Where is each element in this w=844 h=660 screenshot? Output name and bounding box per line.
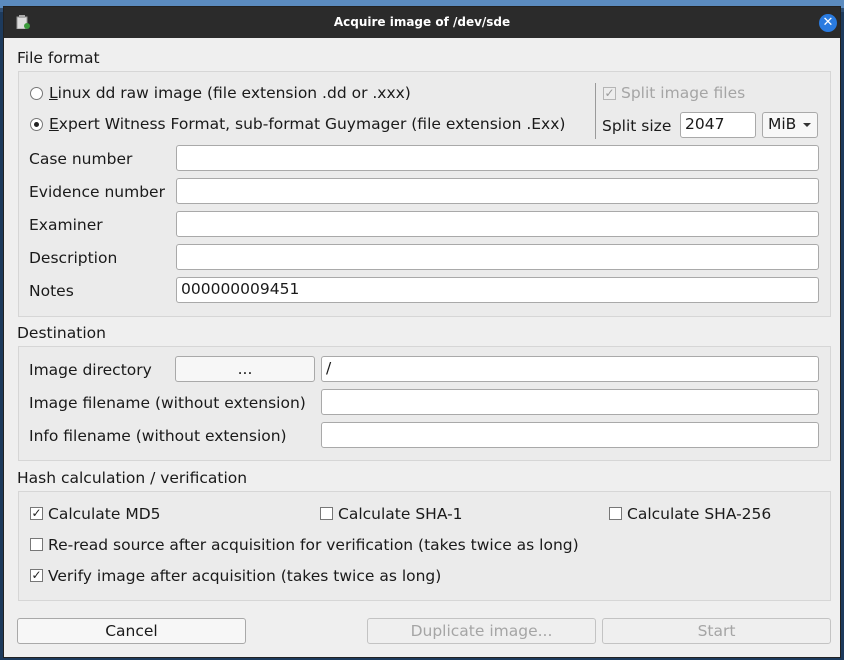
reread-label[interactable]: Re-read source after acquisition for ver… [48, 536, 579, 554]
case-number-label: Case number [29, 150, 133, 168]
split-size-input[interactable]: 2047 [680, 112, 756, 138]
close-icon[interactable]: ✕ [819, 14, 837, 32]
sha256-label[interactable]: Calculate SHA-256 [627, 505, 771, 523]
verify-label[interactable]: Verify image after acquisition (takes tw… [48, 567, 441, 585]
window-title: Acquire image of /dev/sde [333, 15, 511, 29]
evidence-number-field[interactable] [176, 178, 819, 204]
image-filename-field[interactable] [321, 389, 819, 415]
description-label: Description [29, 249, 118, 267]
cancel-button[interactable]: Cancel [17, 618, 246, 644]
split-image-files-checkbox[interactable]: ✓ [603, 87, 616, 100]
format-separator [595, 83, 596, 139]
image-directory-label: Image directory [29, 361, 152, 379]
sha1-checkbox[interactable] [320, 507, 333, 520]
chevron-down-icon [803, 123, 811, 127]
file-format-section-label: File format [17, 49, 100, 67]
sha256-checkbox[interactable] [609, 507, 622, 520]
acquire-dialog: Acquire image of /dev/sde ✕ File format … [3, 6, 841, 658]
destination-section-label: Destination [17, 324, 106, 342]
title-bar[interactable]: Acquire image of /dev/sde ✕ [4, 7, 840, 38]
split-size-unit-value: MiB [768, 115, 797, 133]
image-directory-field[interactable]: / [321, 356, 819, 382]
radio-linux-dd[interactable] [30, 87, 43, 100]
evidence-number-label: Evidence number [29, 183, 165, 201]
sha1-label[interactable]: Calculate SHA-1 [338, 505, 463, 523]
split-size-label: Split size [602, 117, 672, 135]
notes-label: Notes [29, 282, 74, 300]
reread-checkbox[interactable] [30, 538, 43, 551]
browse-directory-button[interactable]: ... [175, 356, 315, 382]
md5-label[interactable]: Calculate MD5 [48, 505, 161, 523]
description-field[interactable] [176, 244, 819, 270]
examiner-field[interactable] [176, 211, 819, 237]
notes-field[interactable]: 000000009451 [176, 277, 819, 303]
verify-checkbox[interactable]: ✓ [30, 569, 43, 582]
radio-expert-witness-label[interactable]: Expert Witness Format, sub-format Guymag… [49, 115, 565, 133]
radio-linux-dd-label[interactable]: Linux dd raw image (file extension .dd o… [49, 84, 411, 102]
duplicate-image-button[interactable]: Duplicate image... [367, 618, 596, 644]
hash-section-label: Hash calculation / verification [17, 469, 248, 487]
start-button[interactable]: Start [602, 618, 831, 644]
radio-expert-witness[interactable] [30, 118, 43, 131]
split-size-unit-select[interactable]: MiB [762, 112, 818, 138]
examiner-label: Examiner [29, 216, 103, 234]
image-filename-label: Image filename (without extension) [29, 394, 306, 412]
split-image-files-label: Split image files [621, 84, 746, 102]
info-filename-label: Info filename (without extension) [29, 427, 287, 445]
case-number-field[interactable] [176, 145, 819, 171]
info-filename-field[interactable] [321, 422, 819, 448]
md5-checkbox[interactable]: ✓ [30, 507, 43, 520]
